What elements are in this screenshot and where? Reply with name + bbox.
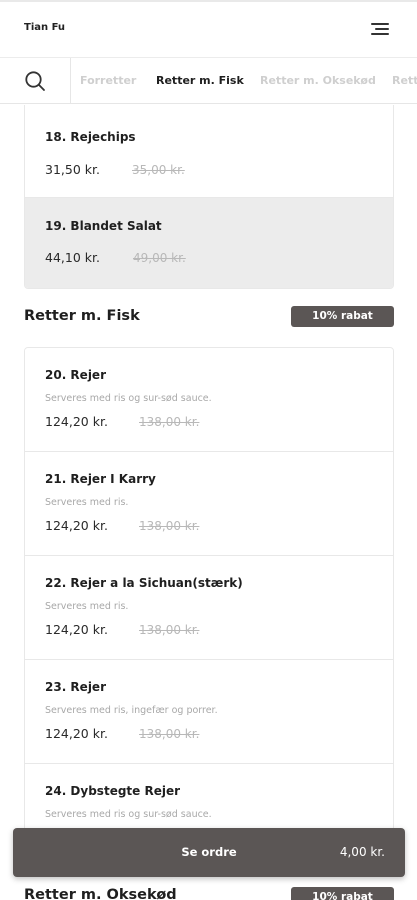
item-price: 124,20 kr. [45, 622, 108, 637]
tab-retter-m-kylling[interactable]: Retter m. Kylling [392, 74, 417, 87]
order-total: 4,00 kr. [339, 845, 385, 859]
menu-content: 18. Rejechips 31,50 kr. 35,00 kr. 19. Bl… [0, 105, 417, 900]
discount-badge: 10% rabat [291, 887, 394, 900]
discount-badge: 10% rabat [291, 306, 394, 327]
item-name: 20. Rejer [45, 368, 106, 382]
item-name: 23. Rejer [45, 680, 106, 694]
item-old-price: 138,00 kr. [139, 415, 200, 429]
item-name: 22. Rejer a la Sichuan(stærk) [45, 576, 243, 590]
item-name: 18. Rejechips [45, 130, 136, 144]
item-old-price: 35,00 kr. [132, 163, 185, 177]
item-old-price: 138,00 kr. [139, 727, 200, 741]
item-old-price: 49,00 kr. [133, 251, 186, 265]
section-title: Retter m. Oksekød [24, 887, 177, 900]
fish-item-list: 20. Rejer Serveres med ris og sur-sød sa… [24, 347, 394, 869]
item-description: Serveres med ris. [45, 601, 129, 612]
category-tab-bar: Forretter Retter m. Fisk Retter m. Oksek… [0, 58, 417, 104]
menu-item-selected[interactable]: 19. Blandet Salat 44,10 kr. 49,00 kr. [25, 198, 393, 288]
menu-item[interactable]: 20. Rejer Serveres med ris og sur-sød sa… [25, 348, 393, 452]
hamburger-menu-icon[interactable] [369, 21, 389, 37]
view-order-button[interactable]: Se ordre 4,00 kr. [13, 828, 405, 877]
menu-item[interactable]: 23. Rejer Serveres med ris, ingefær og p… [25, 660, 393, 764]
item-name: 19. Blandet Salat [45, 219, 162, 233]
search-icon [25, 71, 45, 91]
forretter-item-list: 18. Rejechips 31,50 kr. 35,00 kr. 19. Bl… [24, 105, 394, 289]
restaurant-name: Tian Fu [24, 22, 66, 33]
menu-item[interactable]: 18. Rejechips 31,50 kr. 35,00 kr. [25, 105, 393, 198]
item-price: 124,20 kr. [45, 414, 108, 429]
item-price: 124,20 kr. [45, 518, 108, 533]
menu-item[interactable]: 21. Rejer I Karry Serveres med ris. 124,… [25, 452, 393, 556]
section-title: Retter m. Fisk [24, 308, 140, 324]
item-name: 21. Rejer I Karry [45, 472, 156, 486]
item-description: Serveres med ris. [45, 497, 129, 508]
search-button[interactable] [0, 58, 71, 103]
item-description: Serveres med ris og sur-sød sauce. [45, 393, 212, 404]
item-old-price: 138,00 kr. [139, 519, 200, 533]
item-name: 24. Dybstegte Rejer [45, 784, 181, 798]
item-old-price: 138,00 kr. [139, 623, 200, 637]
item-price: 31,50 kr. [45, 162, 100, 177]
tab-retter-m-fisk[interactable]: Retter m. Fisk [156, 74, 244, 87]
item-price: 44,10 kr. [45, 250, 100, 265]
tab-retter-m-oksekod[interactable]: Retter m. Oksekød [260, 74, 376, 87]
item-price: 124,20 kr. [45, 726, 108, 741]
item-description: Serveres med ris og sur-sød sauce. [45, 809, 212, 820]
menu-item[interactable]: 22. Rejer a la Sichuan(stærk) Serveres m… [25, 556, 393, 660]
top-header: Tian Fu [0, 0, 417, 58]
tab-forretter[interactable]: Forretter [80, 74, 136, 87]
item-description: Serveres med ris, ingefær og porrer. [45, 705, 218, 716]
